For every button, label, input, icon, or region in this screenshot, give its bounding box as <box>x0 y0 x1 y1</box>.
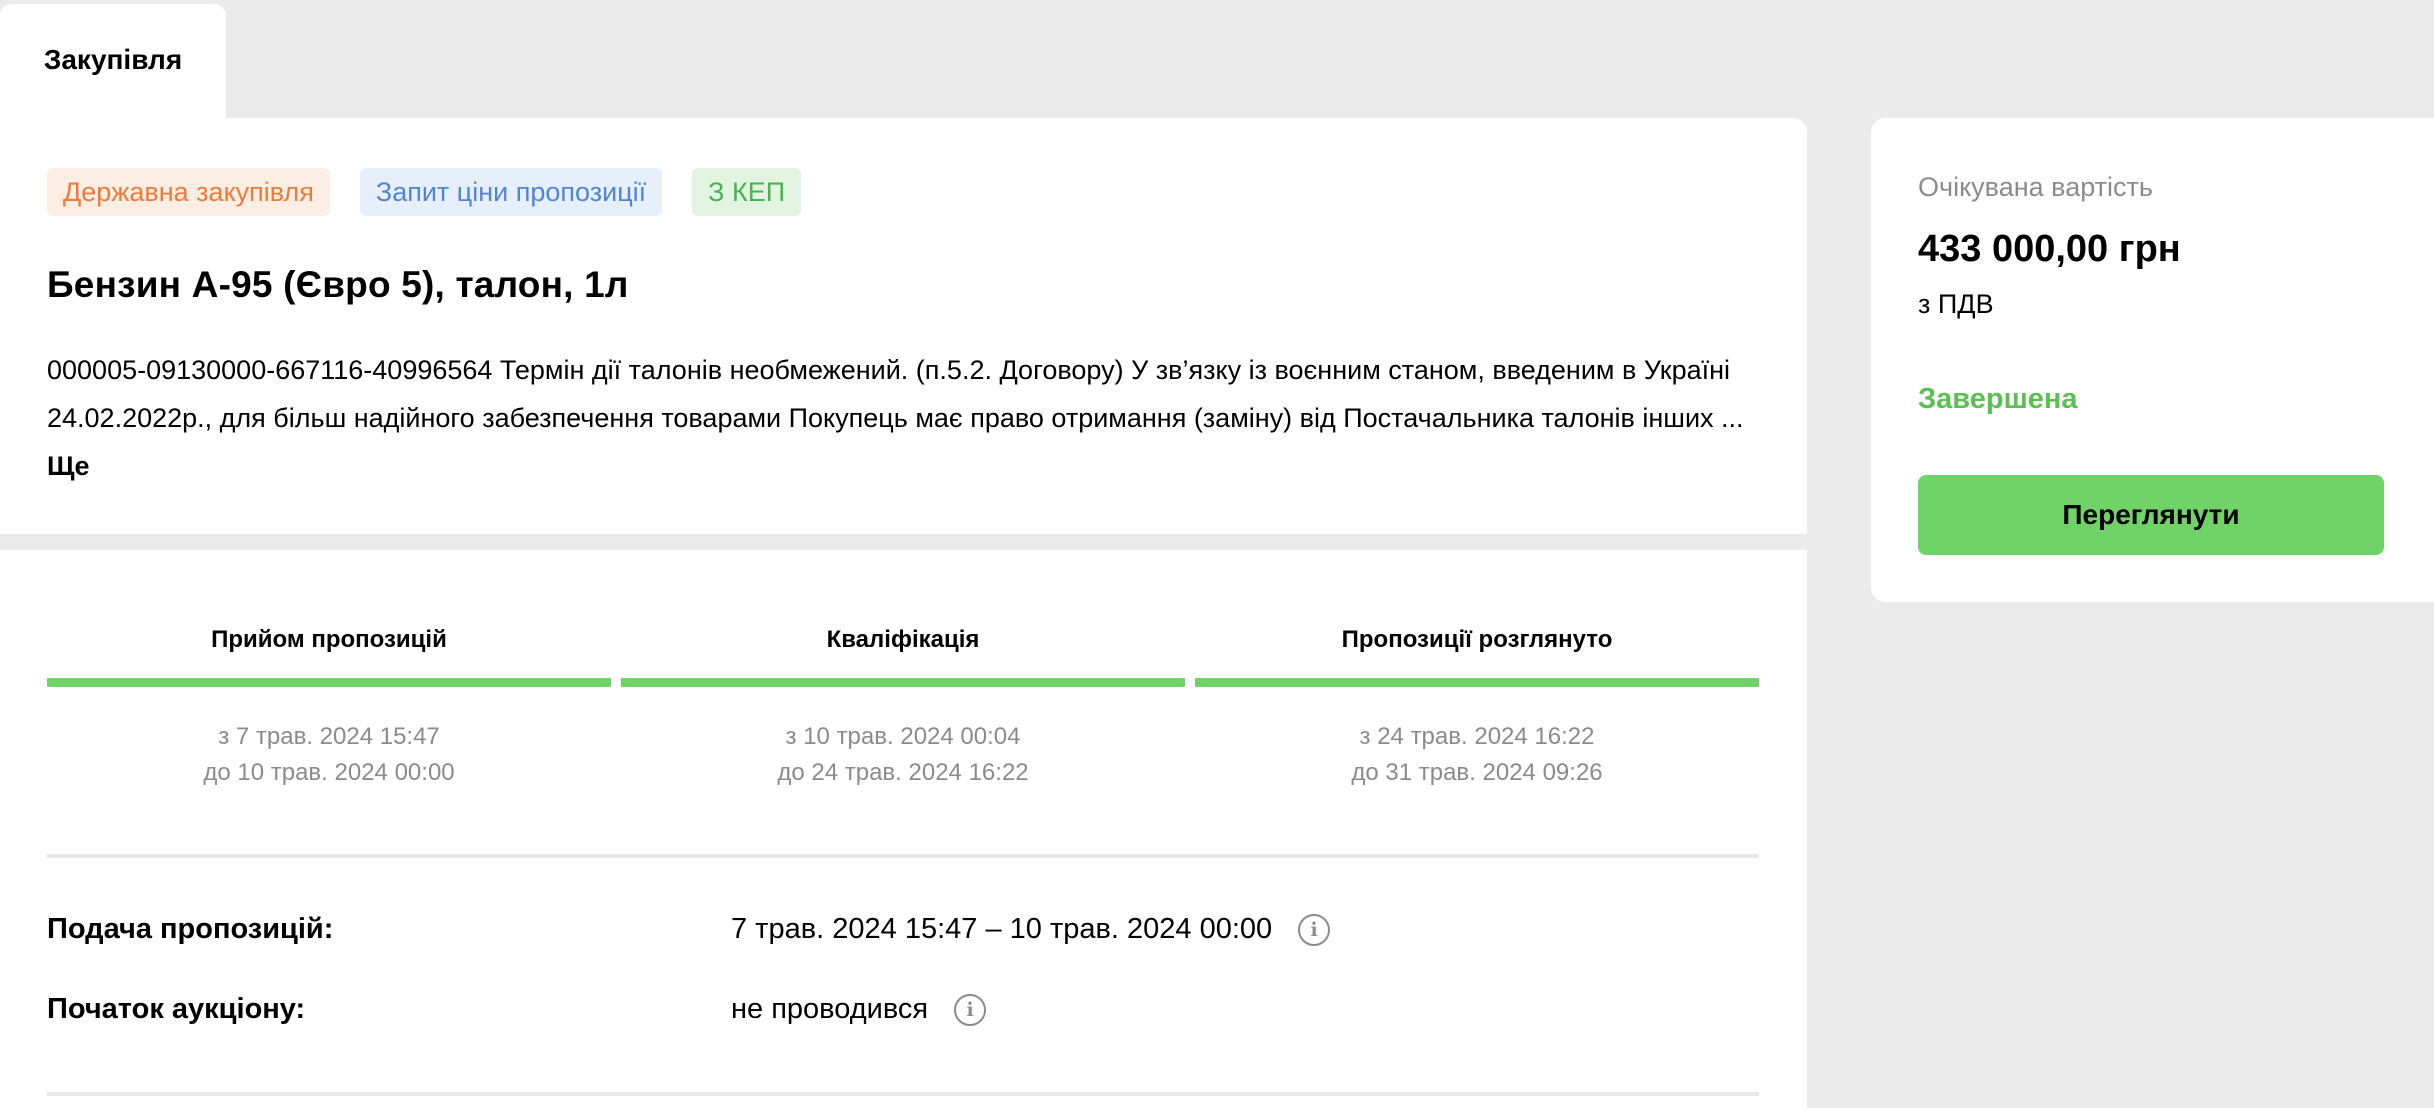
info-icon[interactable]: i <box>1298 913 1331 946</box>
auction-start-value-wrap: не проводився i <box>731 993 987 1026</box>
badge-procurement-method: Запит ціни пропозиції <box>359 168 663 216</box>
stage-date-from: з 7 трав. 2024 15:47 <box>218 723 440 750</box>
badge-list: Державна закупівля Запит ціни пропозиції… <box>47 168 802 216</box>
summary-card: Очікувана вартість 433 000,00 грн з ПДВ … <box>1871 118 2434 602</box>
stage-label: Пропозиції розглянуто <box>1341 626 1613 653</box>
status-label: Завершена <box>1918 383 2078 415</box>
stage-item: Прийом пропозицій з 7 трав. 2024 15:47 д… <box>47 626 611 791</box>
stage-item: Кваліфікація з 10 трав. 2024 00:04 до 24… <box>621 626 1185 791</box>
submission-period-value: 7 трав. 2024 15:47 – 10 трав. 2024 00:00 <box>731 913 1273 945</box>
info-icon[interactable]: i <box>954 993 987 1026</box>
stage-progress-bar <box>1195 678 1759 687</box>
show-more-link[interactable]: Ще <box>47 451 90 481</box>
divider <box>47 1092 1759 1096</box>
tender-description: 000005-09130000-667116-40996564 Термін д… <box>47 346 1767 490</box>
tender-title[interactable]: Бензин А-95 (Євро 5), талон, 1л <box>47 264 629 306</box>
tender-description-text: 000005-09130000-667116-40996564 Термін д… <box>47 355 1744 433</box>
stage-date-from: з 24 трав. 2024 16:22 <box>1359 723 1595 750</box>
stage-progress: Прийом пропозицій з 7 трав. 2024 15:47 д… <box>47 626 1759 786</box>
stage-progress-bar <box>621 678 1185 687</box>
tab-procurement[interactable]: Закупівля <box>0 4 226 122</box>
tender-header-card: Державна закупівля Запит ціни пропозиції… <box>0 118 1807 534</box>
stage-dates: з 24 трав. 2024 16:22 до 31 трав. 2024 0… <box>1195 719 1759 791</box>
view-button[interactable]: Переглянути <box>1918 475 2384 555</box>
divider <box>47 854 1759 858</box>
submission-period-label: Подача пропозицій: <box>47 913 334 945</box>
stage-item: Пропозиції розглянуто з 24 трав. 2024 16… <box>1195 626 1759 791</box>
stage-date-to: до 24 трав. 2024 16:22 <box>777 759 1029 786</box>
stage-date-from: з 10 трав. 2024 00:04 <box>785 723 1021 750</box>
tender-page: Закупівля Державна закупівля Запит ціни … <box>0 0 2434 1108</box>
stage-dates: з 10 трав. 2024 00:04 до 24 трав. 2024 1… <box>621 719 1185 791</box>
badge-kep: З КЕП <box>692 168 802 216</box>
badge-procurement-type: Державна закупівля <box>47 168 330 216</box>
stage-dates: з 7 трав. 2024 15:47 до 10 трав. 2024 00… <box>47 719 611 791</box>
expected-value-amount: 433 000,00 грн <box>1918 228 2181 270</box>
vat-note: з ПДВ <box>1918 289 1994 319</box>
expected-value-label: Очікувана вартість <box>1918 172 2153 202</box>
stage-label: Кваліфікація <box>826 626 980 653</box>
stage-date-to: до 31 трав. 2024 09:26 <box>1351 759 1603 786</box>
stage-label: Прийом пропозицій <box>211 626 447 653</box>
stage-date-to: до 10 трав. 2024 00:00 <box>203 759 455 786</box>
submission-period-row: Подача пропозицій: 7 трав. 2024 15:47 – … <box>47 903 1759 953</box>
auction-start-label: Початок аукціону: <box>47 993 306 1025</box>
submission-period-value-wrap: 7 трав. 2024 15:47 – 10 трав. 2024 00:00… <box>731 913 1331 946</box>
stage-progress-bar <box>47 678 611 687</box>
auction-start-row: Початок аукціону: не проводився i <box>47 983 1759 1033</box>
tender-timeline-card: Прийом пропозицій з 7 трав. 2024 15:47 д… <box>0 550 1807 1108</box>
auction-start-value: не проводився <box>731 993 929 1025</box>
